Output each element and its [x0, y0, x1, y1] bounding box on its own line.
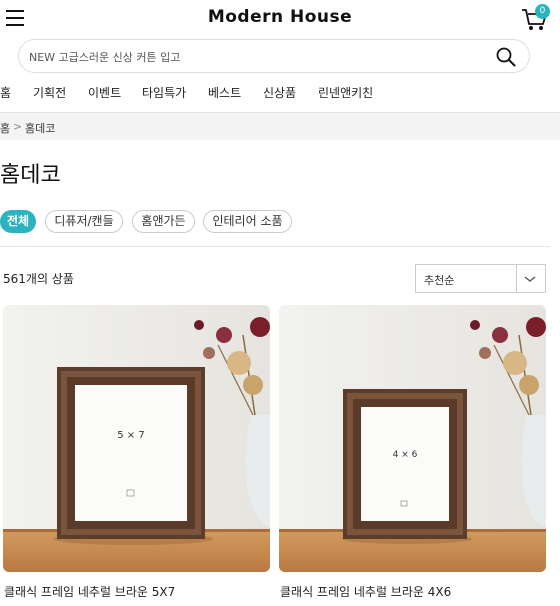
nav-item-new[interactable]: 신상품 — [263, 84, 296, 101]
search-bar — [18, 39, 530, 73]
nav-item-promotions[interactable]: 기획전 — [33, 84, 66, 101]
sort-selected-value: 추천순 — [424, 274, 455, 287]
breadcrumb-separator: > — [13, 120, 23, 133]
product-image[interactable]: 5 × 7 — [3, 305, 270, 572]
chip-home-garden[interactable]: 홈앤가든 — [132, 210, 195, 233]
search-input[interactable] — [29, 47, 479, 67]
page-title: 홈데코 — [0, 163, 61, 188]
nav-item-home[interactable]: 홈 — [0, 84, 11, 101]
search-icon[interactable] — [495, 46, 517, 68]
nav-item-time-deal[interactable]: 타임특가 — [142, 84, 186, 101]
chip-all[interactable]: 전체 — [0, 210, 36, 233]
breadcrumb: 홈 > 홈데코 — [0, 113, 560, 140]
hamburger-menu-icon[interactable] — [6, 10, 24, 26]
product-name[interactable]: 클래식 프레임 네추럴 브라운 5X7 — [4, 583, 175, 600]
nav-item-linen-kitchen[interactable]: 린넨앤키친 — [318, 84, 373, 101]
brand-logo[interactable]: Modern House — [0, 7, 560, 27]
product-image[interactable]: 4 × 6 — [279, 305, 546, 572]
frame-size-label: 5 × 7 — [117, 430, 144, 441]
sort-select[interactable]: 추천순 — [415, 264, 546, 293]
nav-item-best[interactable]: 베스트 — [208, 84, 241, 101]
sort-divider — [516, 265, 517, 292]
breadcrumb-home[interactable]: 홈 — [0, 120, 10, 136]
product-name[interactable]: 클래식 프레임 네추럴 브라운 4X6 — [280, 583, 451, 600]
cart-count-badge: 0 — [535, 4, 550, 19]
breadcrumb-current: 홈데코 — [25, 122, 56, 135]
chip-interior-items[interactable]: 인테리어 소품 — [203, 210, 292, 233]
top-header: Modern House 0 — [0, 0, 560, 36]
chip-diffuser-candle[interactable]: 디퓨저/캔들 — [45, 210, 123, 233]
product-count: 561개의 상품 — [3, 272, 74, 286]
frame-size-label: 4 × 6 — [393, 450, 418, 460]
filter-divider — [0, 246, 550, 247]
chevron-down-icon — [524, 276, 536, 282]
nav-item-events[interactable]: 이벤트 — [88, 84, 121, 101]
